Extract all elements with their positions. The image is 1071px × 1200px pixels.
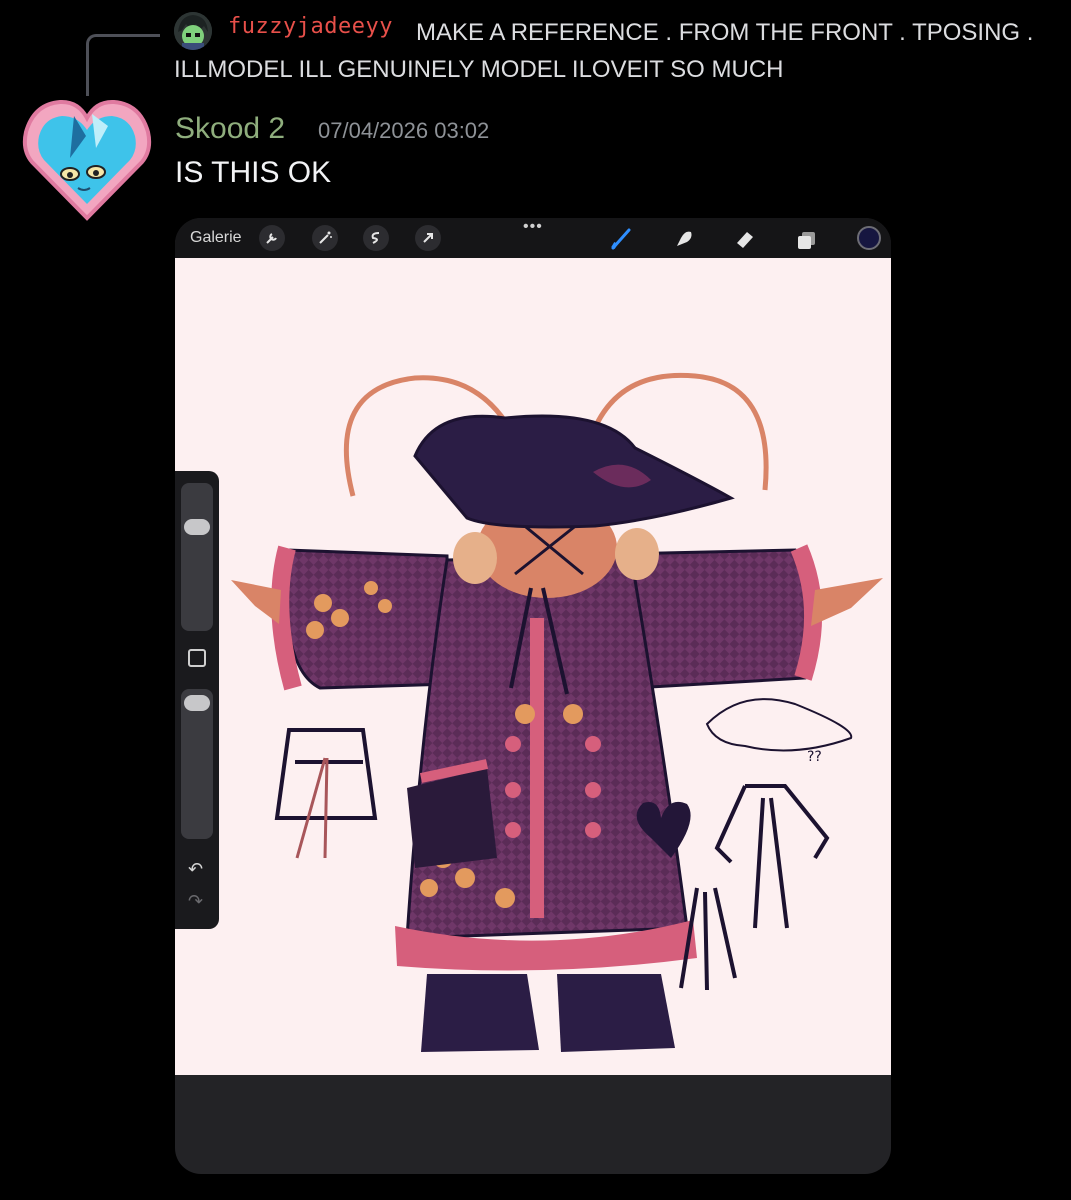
message-timestamp: 07/04/2026 03:02: [318, 118, 490, 143]
author-avatar[interactable]: [22, 96, 152, 222]
brush-sidebar: ↶ ↷: [175, 471, 219, 929]
reply-username[interactable]: fuzzyjadeeyy: [228, 14, 393, 39]
drawing-canvas[interactable]: ??: [175, 258, 891, 1075]
selection-icon[interactable]: [363, 225, 389, 251]
more-options-icon[interactable]: •••: [523, 218, 543, 236]
image-attachment[interactable]: Galerie ••• ?? ↶ ↷: [175, 218, 891, 1174]
gallery-button[interactable]: Galerie: [190, 229, 242, 247]
eyedropper-button[interactable]: [188, 649, 206, 667]
brush-size-slider[interactable]: [181, 483, 213, 631]
author-name[interactable]: Skood 2: [175, 112, 285, 146]
character-artwork: ??: [231, 372, 883, 1052]
magic-wand-icon[interactable]: [312, 225, 338, 251]
smudge-icon[interactable]: [671, 226, 697, 252]
redo-icon[interactable]: ↷: [188, 891, 203, 912]
wrench-icon[interactable]: [259, 225, 285, 251]
brush-icon[interactable]: [609, 226, 635, 252]
opacity-thumb[interactable]: [184, 695, 210, 711]
eraser-icon[interactable]: [732, 226, 758, 252]
message-text: IS THIS OK: [175, 156, 332, 189]
reply-connector: [86, 34, 160, 96]
app-toolbar: Galerie •••: [175, 218, 891, 258]
opacity-slider[interactable]: [181, 689, 213, 839]
color-picker[interactable]: [857, 226, 881, 250]
layers-icon[interactable]: [794, 226, 820, 252]
sketch-note: ??: [807, 749, 822, 765]
brush-size-thumb[interactable]: [184, 519, 210, 535]
undo-icon[interactable]: ↶: [188, 859, 203, 880]
transform-arrow-icon[interactable]: [415, 225, 441, 251]
